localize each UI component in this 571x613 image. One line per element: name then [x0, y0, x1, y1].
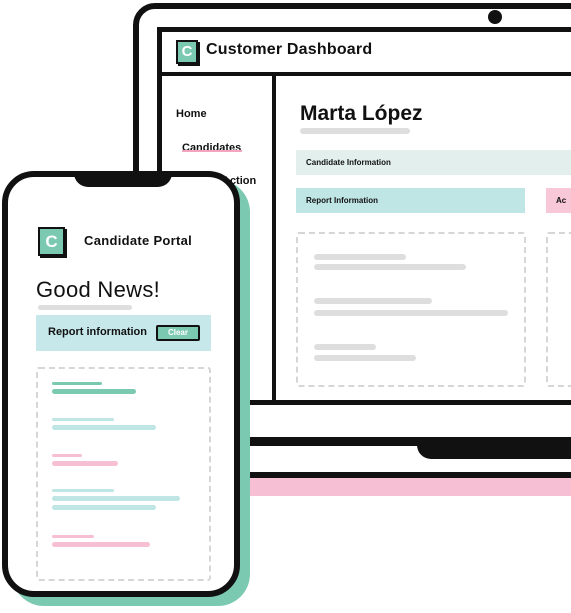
placeholder-line [314, 310, 508, 316]
headline: Good News! [36, 277, 161, 302]
laptop-notch [417, 437, 571, 459]
placeholder-line [314, 298, 432, 304]
dashboard-logo-icon: C [176, 40, 198, 64]
placeholder-line [52, 425, 156, 430]
placeholder-line [52, 454, 82, 457]
report-info-box: Report information Clear [36, 315, 211, 351]
sidebar-divider [272, 72, 276, 400]
report-card [296, 232, 526, 387]
placeholder-line [314, 344, 376, 350]
placeholder-line [314, 355, 416, 361]
placeholder-line [52, 382, 102, 385]
placeholder-line [314, 264, 466, 270]
report-info-label: Report information [48, 326, 147, 338]
side-card [546, 232, 571, 387]
placeholder-line [52, 389, 136, 394]
phone-report-card [36, 367, 211, 581]
candidate-name: Marta López [300, 102, 423, 125]
placeholder-line [52, 496, 180, 501]
placeholder-line [52, 505, 156, 510]
placeholder-line [314, 254, 406, 260]
active-nav-underline [182, 150, 242, 152]
placeholder-line [52, 535, 94, 538]
candidate-information-bar[interactable]: Candidate Information [296, 150, 571, 175]
placeholder-line [52, 489, 114, 492]
placeholder-line [38, 305, 132, 310]
placeholder-line [52, 418, 114, 421]
sidebar-item-home[interactable]: Home [176, 108, 207, 120]
sidebar-item-candidates[interactable]: Candidates [182, 142, 241, 154]
placeholder-line [52, 542, 150, 547]
laptop-base-accent [233, 478, 571, 496]
placeholder-line [300, 128, 410, 134]
report-information-bar[interactable]: Report Information [296, 188, 525, 213]
dashboard-header: C Customer Dashboard [162, 32, 571, 76]
dashboard-title: Customer Dashboard [206, 41, 373, 58]
action-bar[interactable]: Ac [546, 188, 571, 213]
portal-title: Candidate Portal [84, 233, 193, 248]
phone-frame: C Candidate Portal Good News! Report inf… [2, 171, 240, 597]
placeholder-line [52, 461, 118, 466]
laptop-camera [488, 10, 502, 24]
clear-button[interactable]: Clear [156, 325, 200, 341]
phone-notch [74, 177, 172, 187]
portal-logo-icon: C [38, 227, 65, 256]
